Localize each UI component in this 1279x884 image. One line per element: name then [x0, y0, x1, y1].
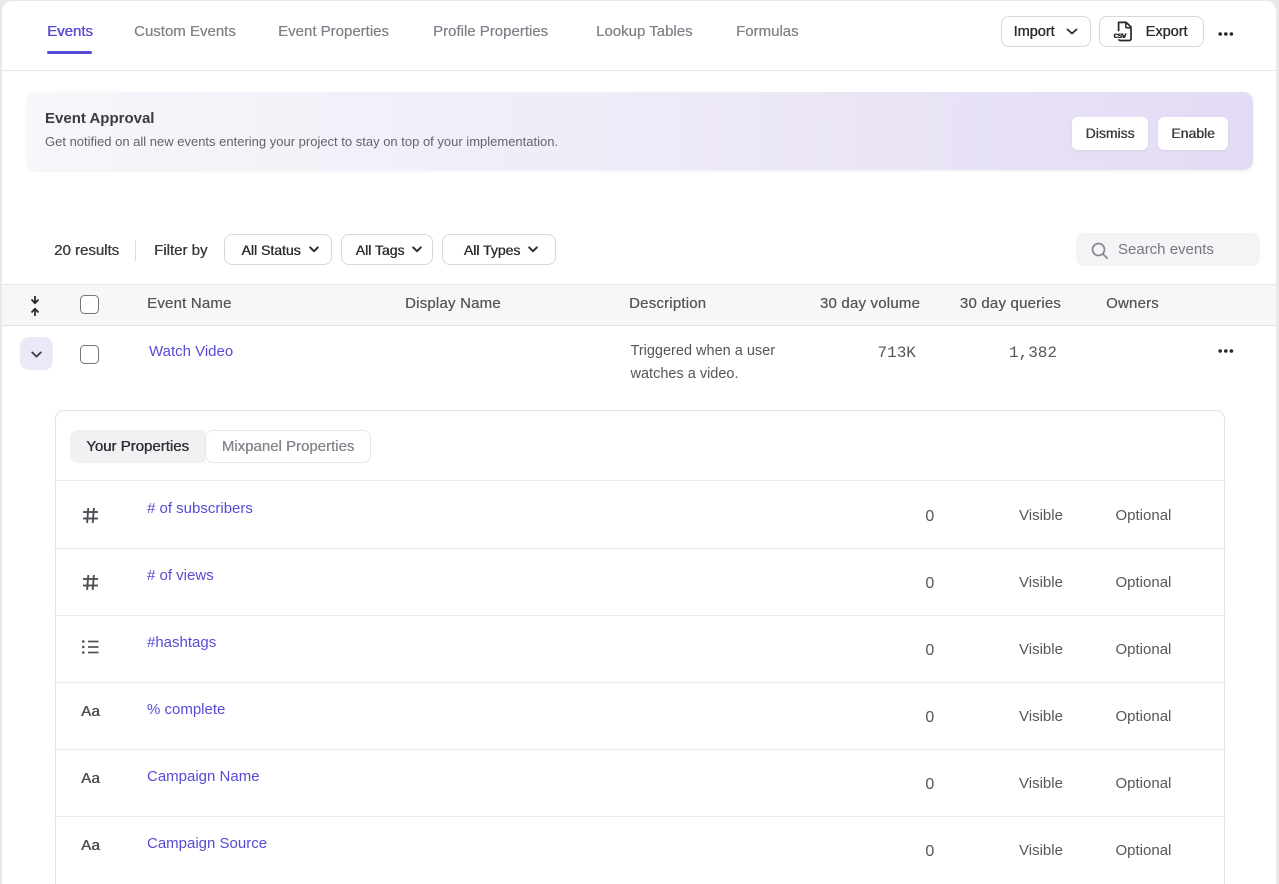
svg-text:csv: csv [1113, 31, 1126, 41]
